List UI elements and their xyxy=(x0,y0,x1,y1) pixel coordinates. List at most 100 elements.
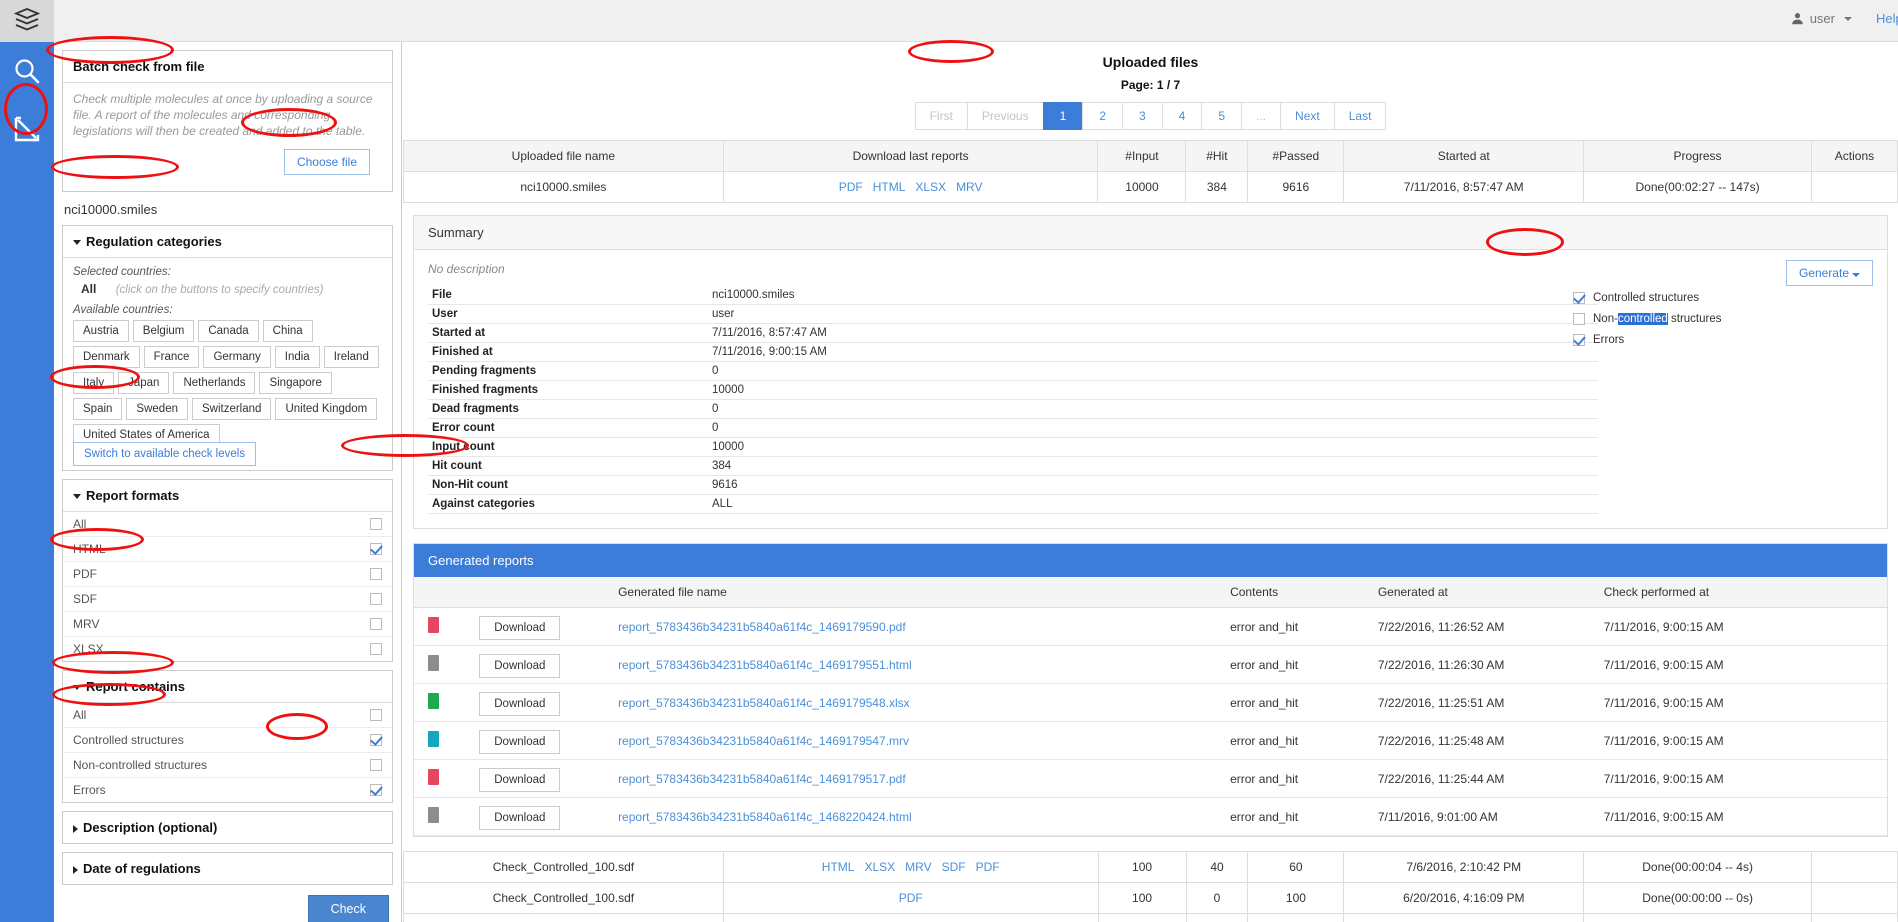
pagination-3[interactable]: 3 xyxy=(1122,102,1162,130)
cell-actions[interactable] xyxy=(1812,914,1898,922)
date-of-regulations-header[interactable]: Date of regulations xyxy=(63,853,392,884)
option-row[interactable]: MRV xyxy=(63,612,392,637)
option-checkbox[interactable] xyxy=(370,643,382,655)
cell-actions[interactable] xyxy=(1812,852,1898,883)
download-link-pdf[interactable]: PDF xyxy=(976,860,1000,874)
option-checkbox[interactable] xyxy=(370,593,382,605)
download-link-html[interactable]: HTML xyxy=(873,180,906,194)
table-row[interactable]: Check_Controlled_100.sdfPDF10001006/20/2… xyxy=(404,883,1898,914)
country-button[interactable]: Netherlands xyxy=(173,372,255,394)
summary-option-checkbox[interactable] xyxy=(1573,292,1585,304)
table-row[interactable]: Download report_5783436b34231b5840a61f4c_… xyxy=(414,684,1887,722)
description-header[interactable]: Description (optional) xyxy=(63,812,392,843)
option-row[interactable]: SDF xyxy=(63,587,392,612)
summary-option-row[interactable]: Errors xyxy=(1573,334,1873,346)
table-row[interactable]: Download report_5783436b34231b5840a61f4c_… xyxy=(414,646,1887,684)
table-row[interactable]: Download report_5783436b34231b5840a61f4c_… xyxy=(414,798,1887,836)
choose-file-button[interactable]: Choose file xyxy=(284,149,370,175)
download-link-html[interactable]: HTML xyxy=(822,860,855,874)
help-link[interactable]: Help xyxy=(1876,11,1898,26)
generated-file-link[interactable]: report_5783436b34231b5840a61f4c_14691795… xyxy=(618,658,912,672)
download-link-xlsx[interactable]: XLSX xyxy=(864,860,895,874)
user-menu[interactable]: user xyxy=(1791,11,1852,26)
country-button[interactable]: Ireland xyxy=(324,346,379,368)
sidebar-item-search[interactable] xyxy=(0,42,54,100)
option-row[interactable]: Errors xyxy=(63,778,392,802)
download-link-xlsx[interactable]: XLSX xyxy=(915,180,946,194)
option-row[interactable]: HTML xyxy=(63,537,392,562)
cell-actions[interactable] xyxy=(1812,883,1898,914)
country-button[interactable]: Sweden xyxy=(126,398,188,420)
country-button[interactable]: Germany xyxy=(203,346,270,368)
download-link-mrv[interactable]: MRV xyxy=(905,860,931,874)
report-contains-header[interactable]: Report contains xyxy=(63,671,392,703)
cell-actions[interactable] xyxy=(1811,172,1897,203)
country-button[interactable]: France xyxy=(144,346,200,368)
download-link-sdf[interactable]: SDF xyxy=(942,860,966,874)
option-row[interactable]: All xyxy=(63,512,392,537)
table-row[interactable]: nci10000.smilesPDFHTMLXLSXMRV10000384961… xyxy=(404,172,1898,203)
generated-file-link[interactable]: report_5783436b34231b5840a61f4c_14691795… xyxy=(618,620,906,634)
download-button[interactable]: Download xyxy=(479,768,560,792)
generated-file-link[interactable]: report_5783436b34231b5840a61f4c_14682204… xyxy=(618,810,912,824)
option-checkbox[interactable] xyxy=(370,543,382,555)
option-checkbox[interactable] xyxy=(370,518,382,530)
pagination-2[interactable]: 2 xyxy=(1082,102,1122,130)
option-row[interactable]: Non-controlled structures xyxy=(63,753,392,778)
download-link-pdf[interactable]: PDF xyxy=(899,891,923,905)
option-checkbox[interactable] xyxy=(370,734,382,746)
pagination-5[interactable]: 5 xyxy=(1201,102,1241,130)
country-button[interactable]: China xyxy=(263,320,313,342)
check-button[interactable]: Check xyxy=(308,895,389,922)
app-logo[interactable] xyxy=(0,0,54,42)
download-button[interactable]: Download xyxy=(479,654,560,678)
regulation-categories-header[interactable]: Regulation categories xyxy=(63,226,392,258)
sidebar-item-batch-check[interactable] xyxy=(0,100,54,158)
download-button[interactable]: Download xyxy=(479,730,560,754)
country-button[interactable]: Singapore xyxy=(259,372,331,394)
table-row[interactable]: Download report_5783436b34231b5840a61f4c_… xyxy=(414,608,1887,646)
download-link-pdf[interactable]: PDF xyxy=(839,180,863,194)
pagination-last[interactable]: Last xyxy=(1334,102,1387,130)
option-row[interactable]: PDF xyxy=(63,562,392,587)
download-link-mrv[interactable]: MRV xyxy=(956,180,982,194)
option-checkbox[interactable] xyxy=(370,709,382,721)
table-row[interactable]: Download report_5783436b34231b5840a61f4c_… xyxy=(414,722,1887,760)
summary-option-checkbox[interactable] xyxy=(1573,334,1585,346)
download-button[interactable]: Download xyxy=(479,806,560,830)
generated-file-link[interactable]: report_5783436b34231b5840a61f4c_14691795… xyxy=(618,772,906,786)
summary-option-checkbox[interactable] xyxy=(1573,313,1585,325)
option-checkbox[interactable] xyxy=(370,568,382,580)
generated-file-link[interactable]: report_5783436b34231b5840a61f4c_14691795… xyxy=(618,734,909,748)
pagination-4[interactable]: 4 xyxy=(1162,102,1202,130)
pagination-1[interactable]: 1 xyxy=(1043,102,1083,130)
table-row[interactable]: Check_Controlled_100.sdfHTMLXLSXMRVSDFPD… xyxy=(404,852,1898,883)
option-row[interactable]: XLSX xyxy=(63,637,392,661)
report-formats-header[interactable]: Report formats xyxy=(63,480,392,512)
country-button[interactable]: Switzerland xyxy=(192,398,271,420)
country-button[interactable]: Belgium xyxy=(133,320,195,342)
country-button[interactable]: Austria xyxy=(73,320,129,342)
table-row[interactable]: Check_Controlled_100.sdfPDF10048526/20/2… xyxy=(404,914,1898,922)
country-button[interactable]: United Kingdom xyxy=(275,398,377,420)
option-checkbox[interactable] xyxy=(370,759,382,771)
generated-file-link[interactable]: report_5783436b34231b5840a61f4c_14691795… xyxy=(618,696,910,710)
country-button[interactable]: Denmark xyxy=(73,346,140,368)
country-button[interactable]: Canada xyxy=(198,320,258,342)
option-checkbox[interactable] xyxy=(370,618,382,630)
option-row[interactable]: All xyxy=(63,703,392,728)
generate-button[interactable]: Generate xyxy=(1786,260,1873,286)
switch-check-levels-button[interactable]: Switch to available check levels xyxy=(73,442,256,466)
country-button[interactable]: Japan xyxy=(118,372,169,394)
table-row[interactable]: Download report_5783436b34231b5840a61f4c_… xyxy=(414,760,1887,798)
country-button[interactable]: India xyxy=(275,346,320,368)
option-checkbox[interactable] xyxy=(370,784,382,796)
summary-option-row[interactable]: Controlled structures xyxy=(1573,292,1873,304)
option-row[interactable]: Controlled structures xyxy=(63,728,392,753)
summary-option-row[interactable]: Non-controlled structures xyxy=(1573,313,1873,325)
download-button[interactable]: Download xyxy=(479,616,560,640)
country-button[interactable]: Italy xyxy=(73,372,114,394)
country-button[interactable]: Spain xyxy=(73,398,122,420)
download-button[interactable]: Download xyxy=(479,692,560,716)
pagination-next[interactable]: Next xyxy=(1280,102,1334,130)
